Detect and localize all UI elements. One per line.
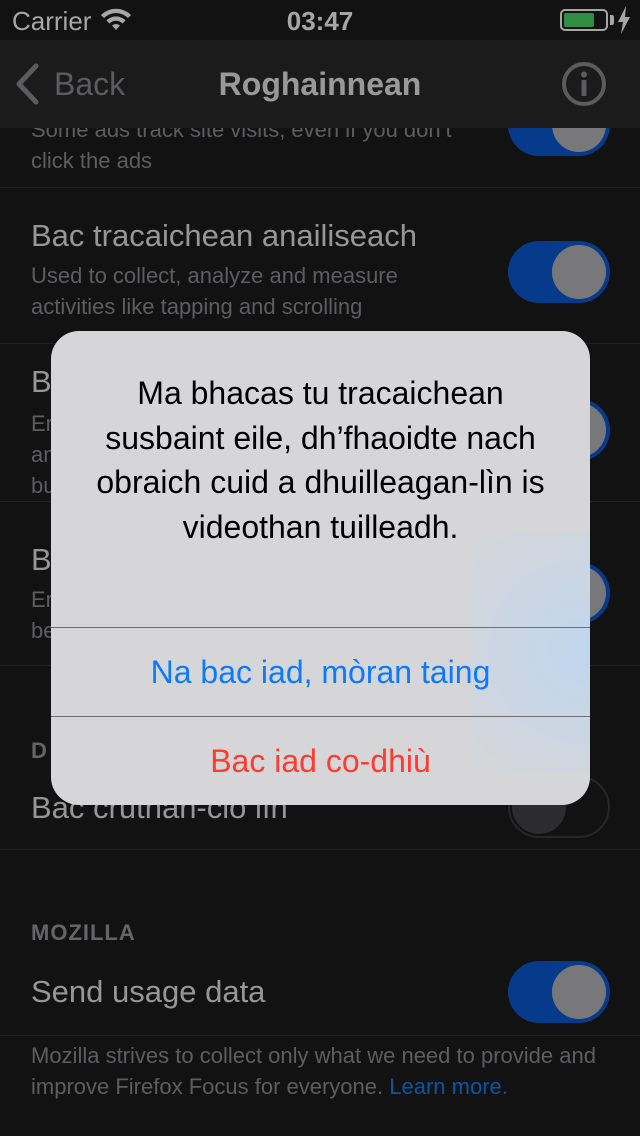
cancel-button[interactable]: Na bac iad, mòran taing [51,628,590,716]
alert-message: Ma bhacas tu tracaichean susbaint eile, … [96,375,545,545]
confirm-block-button[interactable]: Bac iad co-dhiù [51,717,590,805]
alert-dialog: Ma bhacas tu tracaichean susbaint eile, … [51,331,590,805]
